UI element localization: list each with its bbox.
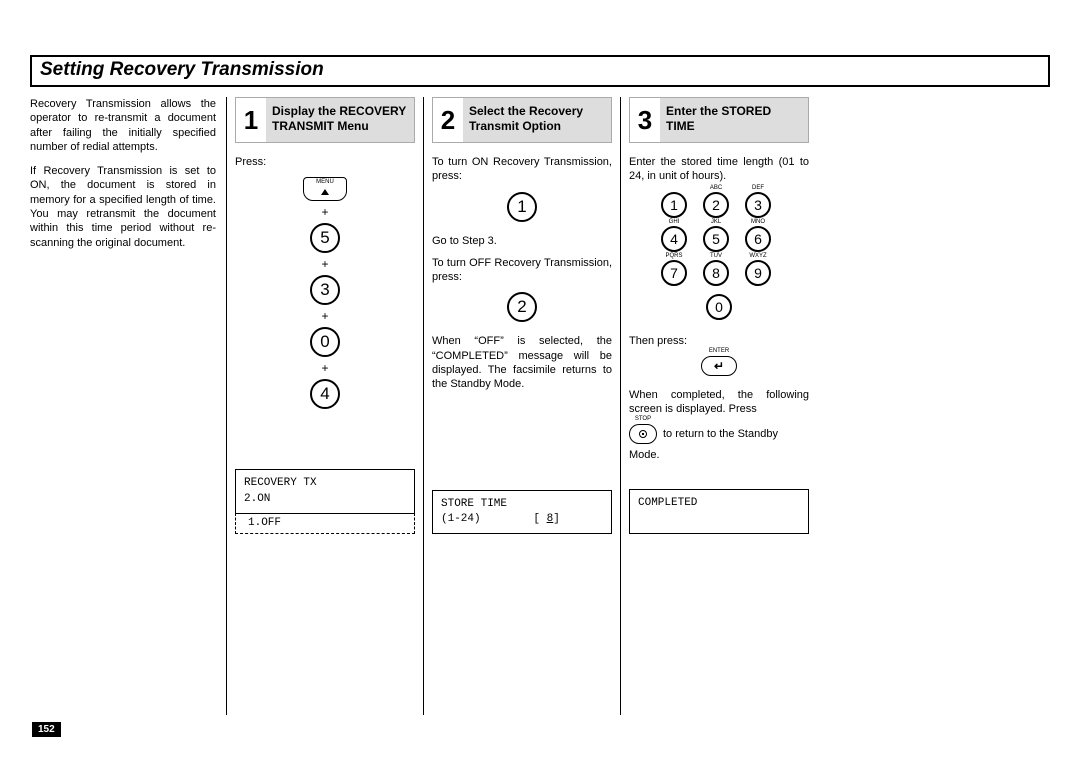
kp1: 1	[670, 197, 678, 213]
lcd1-line2: 2.ON	[244, 493, 270, 505]
up-triangle-icon	[321, 189, 329, 195]
lcd2-line1: STORE TIME	[441, 498, 507, 510]
kp3: 3	[754, 197, 762, 213]
step3-text2: When completed, the following screen is …	[629, 388, 809, 417]
keypad-5: JKL5	[703, 226, 729, 252]
step3-title: Enter the STORED TIME	[660, 98, 808, 142]
keypad-1: 1	[661, 192, 687, 218]
step2-header: 2 Select the Recovery Transmit Option	[432, 97, 612, 143]
step2-off-text2: When “OFF” is selected, the “COMPLETED” …	[432, 334, 612, 391]
step1-lcd-extra: 1.OFF	[235, 513, 415, 534]
keypad-3: DEF3	[745, 192, 771, 218]
keypad-9: WXYZ9	[745, 260, 771, 286]
step-1: 1 Display the RECOVERY TRANSMIT Menu Pre…	[227, 97, 423, 715]
sub-9: WXYZ	[743, 253, 773, 259]
stop-after-text: to return to the Standby	[663, 428, 778, 440]
key-1: 1	[507, 192, 537, 222]
stop-key-icon: STOP	[629, 424, 657, 444]
menu-key-icon: MENU	[303, 177, 347, 201]
kp4: 4	[670, 231, 678, 247]
lcd2-line2a: (1-24) [	[441, 513, 547, 525]
sub-6: MNO	[743, 219, 773, 225]
step1-key-sequence: MENU + 5 + 3 + 0 + 4	[235, 177, 415, 409]
kp5: 5	[712, 231, 720, 247]
key-5: 5	[310, 223, 340, 253]
kp6: 6	[754, 231, 762, 247]
page-number: 152	[32, 722, 61, 737]
enter-label: ENTER	[699, 348, 739, 354]
keypad: 1 ABC2 DEF3 GHI4 JKL5 MNO6 PQRS7 TUV8 WX…	[629, 192, 809, 320]
stop-label: STOP	[635, 416, 651, 422]
step3-text1: Enter the stored time length (01 to 24, …	[629, 155, 809, 184]
step2-lcd: STORE TIME (1-24) [ 8]	[432, 490, 612, 535]
sub-2: ABC	[701, 185, 731, 191]
stop-row: STOP to return to the Standby	[629, 424, 809, 444]
sub-3: DEF	[743, 185, 773, 191]
key-4: 4	[310, 379, 340, 409]
stop-glyph-icon	[639, 430, 647, 438]
step1-header: 1 Display the RECOVERY TRANSMIT Menu	[235, 97, 415, 143]
page-title: Setting Recovery Transmission	[30, 55, 1050, 87]
keypad-4: GHI4	[661, 226, 687, 252]
step3-header: 3 Enter the STORED TIME	[629, 97, 809, 143]
keypad-7: PQRS7	[661, 260, 687, 286]
sub-4: GHI	[659, 219, 689, 225]
key-3: 3	[310, 275, 340, 305]
kp7: 7	[670, 265, 678, 281]
step2-number: 2	[433, 98, 463, 142]
lcd3-line1: COMPLETED	[638, 497, 697, 509]
plus-icon: +	[321, 309, 328, 323]
step1-press-label: Press:	[235, 155, 415, 169]
enter-key-icon: ENTER ↵	[701, 356, 737, 376]
kp8: 8	[712, 265, 720, 281]
kp2: 2	[712, 197, 720, 213]
plus-icon: +	[321, 205, 328, 219]
keypad-6: MNO6	[745, 226, 771, 252]
keypad-0: 0	[706, 294, 732, 320]
step2-off-text: To turn OFF Recovery Transmission, press…	[432, 256, 612, 285]
sub-8: TUV	[701, 253, 731, 259]
step3-lcd: COMPLETED	[629, 489, 809, 534]
lcd2-line2b: ]	[553, 513, 560, 525]
step2-title: Select the Recovery Transmit Option	[463, 98, 611, 142]
step3-number: 3	[630, 98, 660, 142]
sub-5: JKL	[701, 219, 731, 225]
intro-column: Recovery Transmission allows the operato…	[30, 97, 226, 715]
step1-number: 1	[236, 98, 266, 142]
step3-then: Then press:	[629, 334, 809, 348]
intro-p1: Recovery Transmission allows the operato…	[30, 97, 216, 154]
enter-glyph-icon: ↵	[714, 360, 724, 372]
sub-7: PQRS	[659, 253, 689, 259]
plus-icon: +	[321, 361, 328, 375]
keypad-8: TUV8	[703, 260, 729, 286]
step2-on-text: To turn ON Recovery Transmission, press:	[432, 155, 612, 184]
key-0: 0	[310, 327, 340, 357]
kp9: 9	[754, 265, 762, 281]
step1-title: Display the RECOVERY TRANSMIT Menu	[266, 98, 414, 142]
step3-mode: Mode.	[629, 448, 809, 462]
step-3: 3 Enter the STORED TIME Enter the stored…	[621, 97, 817, 715]
lcd1-line1: RECOVERY TX	[244, 477, 317, 489]
plus-icon: +	[321, 257, 328, 271]
step2-goto: Go to Step 3.	[432, 234, 612, 248]
intro-p2: If Recovery Transmission is set to ON, t…	[30, 164, 216, 250]
step1-lcd: RECOVERY TX 2.ON	[235, 469, 415, 514]
menu-key-label: MENU	[316, 179, 334, 185]
key-2: 2	[507, 292, 537, 322]
keypad-2: ABC2	[703, 192, 729, 218]
step-2: 2 Select the Recovery Transmit Option To…	[424, 97, 620, 715]
